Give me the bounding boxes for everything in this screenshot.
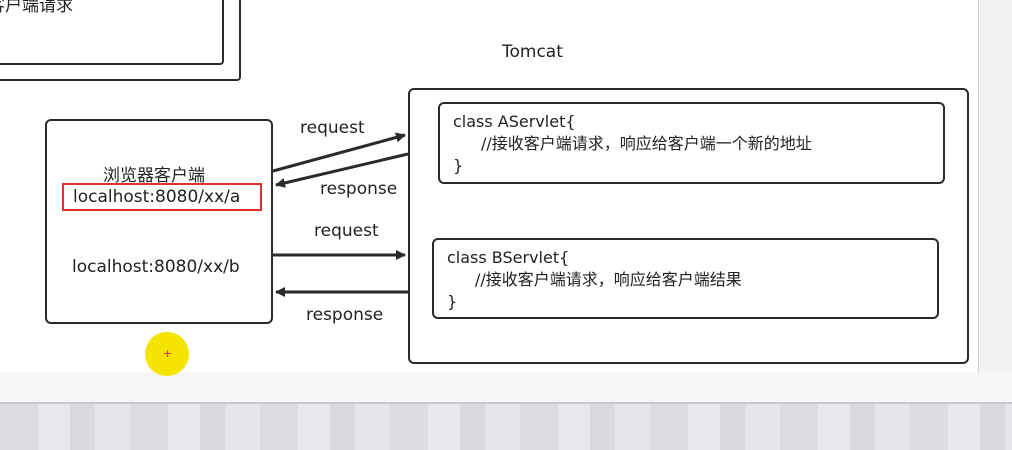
request-label-2: request [314, 221, 379, 241]
response-label-1: response [320, 179, 398, 199]
response-label-2: response [306, 305, 384, 325]
arrows-layer [272, 132, 409, 297]
pointer-crosshair-icon: + [163, 347, 173, 360]
pointer-highlight: + [145, 332, 189, 376]
request-label-1: request [300, 118, 365, 138]
request-arrow-1 [272, 132, 406, 173]
